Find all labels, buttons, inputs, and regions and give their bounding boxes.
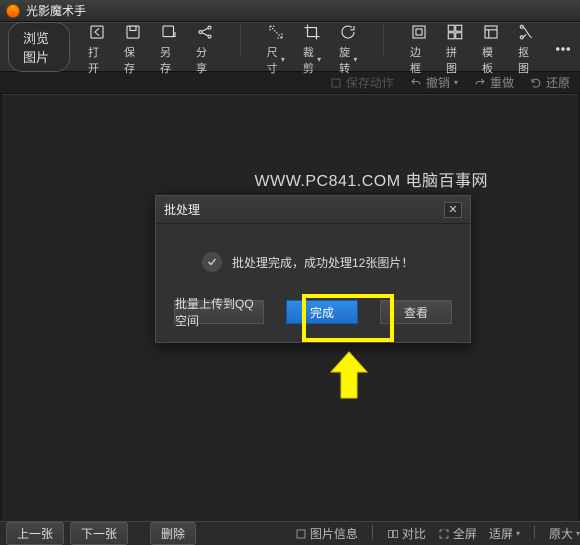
size-icon <box>267 23 285 41</box>
border-icon <box>410 23 428 41</box>
dialog-titlebar[interactable]: 批处理 ✕ <box>156 196 470 224</box>
fit-screen-button[interactable]: 适屏▾ <box>489 525 520 542</box>
restore-button[interactable]: 还原 <box>530 74 570 91</box>
app-logo-icon <box>6 4 20 18</box>
caret-icon: ▾ <box>317 55 321 64</box>
open-button[interactable]: 打开 <box>88 23 106 76</box>
size-button[interactable]: 尺寸▾ <box>267 23 285 76</box>
compare-button[interactable]: 对比 <box>387 525 426 542</box>
more-button[interactable] <box>554 40 572 58</box>
collage-button[interactable]: 拼图 <box>446 23 464 76</box>
batch-dialog: 批处理 ✕ 批处理完成，成功处理12张图片！ 批量上传到QQ空间 完成 查看 <box>155 195 471 343</box>
watermark-text: WWW.PC841.COM 电脑百事网 <box>254 167 488 191</box>
finish-button[interactable]: 完成 <box>286 300 358 324</box>
prev-image-button[interactable]: 上一张 <box>6 522 64 545</box>
rotate-icon <box>339 23 357 41</box>
share-button[interactable]: 分享 <box>196 23 214 76</box>
border-button[interactable]: 边框 <box>410 23 428 76</box>
original-size-button[interactable]: 原大▾ <box>549 525 580 542</box>
upload-qq-button[interactable]: 批量上传到QQ空间 <box>174 300 264 324</box>
dialog-message: 批处理完成，成功处理12张图片！ <box>232 254 413 271</box>
template-button[interactable]: 模板 <box>482 23 500 76</box>
save-as-button[interactable]: 另存 <box>160 23 178 76</box>
next-image-button[interactable]: 下一张 <box>70 522 128 545</box>
fullscreen-button[interactable]: 全屏 <box>438 525 477 542</box>
caret-icon: ▾ <box>353 55 357 64</box>
caret-icon: ▾ <box>281 55 285 64</box>
save-action-button[interactable]: 保存动作 <box>330 74 394 91</box>
image-info-button[interactable]: 图片信息 <box>295 525 358 542</box>
crop-button[interactable]: 裁剪▾ <box>303 23 321 76</box>
caret-icon: ▾ <box>454 78 458 87</box>
save-button[interactable]: 保存 <box>124 23 142 76</box>
more-icon <box>554 40 572 58</box>
redo-button[interactable]: 重做 <box>474 74 514 91</box>
cutout-icon <box>518 23 536 41</box>
cutout-button[interactable]: 抠图 <box>518 23 536 76</box>
dialog-title: 批处理 <box>164 201 200 218</box>
save-as-icon <box>160 23 178 41</box>
dialog-close-button[interactable]: ✕ <box>444 202 462 218</box>
app-title: 光影魔术手 <box>26 2 86 19</box>
save-icon <box>124 23 142 41</box>
bottom-bar: 上一张 下一张 删除 图片信息 对比 全屏 适屏▾ 原大▾ <box>0 521 580 545</box>
crop-icon <box>303 23 321 41</box>
collage-icon <box>446 23 464 41</box>
rotate-button[interactable]: 旋转▾ <box>339 23 357 76</box>
open-icon <box>88 23 106 41</box>
delete-button[interactable]: 删除 <box>150 522 196 545</box>
browse-images-button[interactable]: 浏览图片 <box>8 22 70 72</box>
share-icon <box>196 23 214 41</box>
view-button[interactable]: 查看 <box>380 300 452 324</box>
undo-button[interactable]: 撤销▾ <box>410 74 458 91</box>
template-icon <box>482 23 500 41</box>
main-toolbar: 浏览图片 打开 保存 另存 分享 尺寸▾ <box>0 22 580 72</box>
check-icon <box>202 252 222 272</box>
